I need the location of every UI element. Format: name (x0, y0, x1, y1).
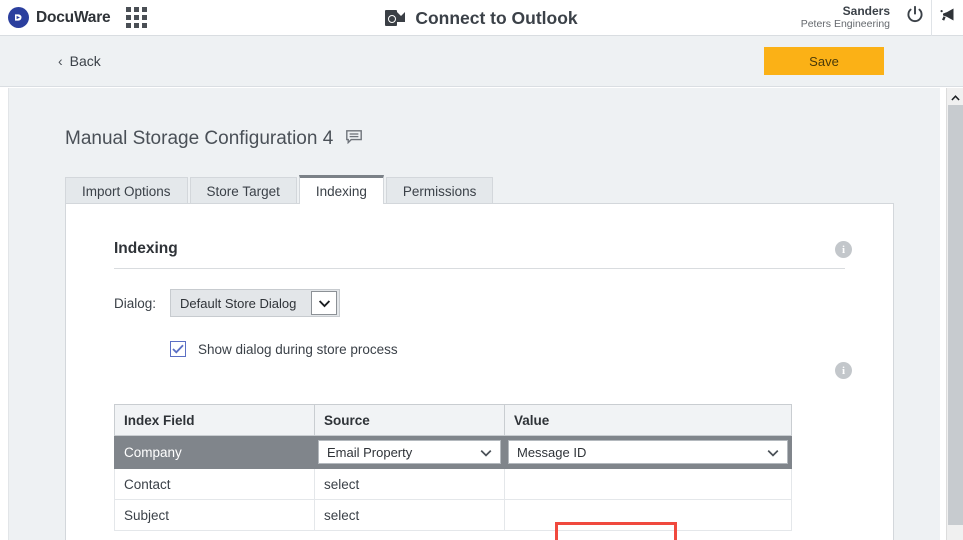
tab-store-target[interactable]: Store Target (189, 177, 297, 204)
save-button[interactable]: Save (764, 47, 884, 75)
source-select[interactable]: Email Property (318, 440, 501, 464)
chevron-up-icon (951, 88, 960, 106)
value-select-value: Message ID (517, 444, 587, 460)
tab-label: Indexing (315, 183, 367, 199)
section-divider (114, 268, 845, 269)
user-name: Sanders (842, 3, 890, 18)
cell-value[interactable] (504, 468, 626, 500)
logout-button[interactable] (899, 0, 931, 36)
page-title-row: Manual Storage Configuration 4 (65, 128, 940, 150)
chevron-down-icon (480, 445, 492, 460)
scroll-up-button[interactable] (947, 88, 963, 105)
megaphone-icon (939, 6, 957, 29)
cell-source[interactable]: select (314, 468, 505, 500)
outlook-icon (385, 9, 406, 28)
app-grid-icon[interactable] (126, 7, 148, 28)
tab-permissions[interactable]: Permissions (385, 177, 494, 204)
value-select[interactable]: Message ID (508, 440, 788, 464)
cell-index-field: Subject (114, 499, 315, 531)
column-header-spacer (625, 404, 792, 436)
announcements-button[interactable] (931, 0, 963, 36)
comment-bubble-icon[interactable] (346, 129, 363, 149)
back-button[interactable]: ‹ Back (58, 53, 101, 69)
chevron-down-icon (767, 445, 779, 460)
tab-label: Import Options (82, 183, 171, 199)
cell-spacer (625, 499, 792, 531)
tab-label: Permissions (402, 183, 477, 199)
vertical-scrollbar[interactable] (946, 88, 963, 540)
docuware-logo-icon (8, 7, 29, 28)
user-info[interactable]: Sanders Peters Engineering (800, 3, 899, 31)
show-dialog-checkbox-label: Show dialog during store process (198, 341, 398, 357)
cell-index-field: Contact (114, 468, 315, 500)
column-header-source[interactable]: Source (314, 404, 505, 436)
table-row[interactable]: Subject select (114, 499, 792, 531)
info-icon-dialog[interactable]: i (835, 241, 852, 258)
cell-value[interactable]: Message ID (504, 435, 792, 469)
dialog-select[interactable]: Default Store Dialog (170, 289, 341, 317)
cell-source[interactable]: Email Property (314, 435, 505, 469)
tab-indexing[interactable]: Indexing (298, 175, 384, 204)
table-header-row: Index Field Source Value (114, 404, 792, 436)
section-title: Indexing (114, 240, 178, 257)
app-title: Connect to Outlook (415, 7, 578, 28)
chevron-down-icon (311, 291, 338, 315)
source-select-value: Email Property (327, 444, 413, 460)
dialog-select-value: Default Store Dialog (180, 295, 297, 311)
user-organization: Peters Engineering (800, 18, 890, 31)
cell-value[interactable] (504, 499, 626, 531)
page-title: Manual Storage Configuration 4 (65, 128, 334, 149)
table-row[interactable]: Company Email Property Message ID (114, 435, 792, 469)
show-dialog-checkbox-row[interactable]: Show dialog during store process (170, 341, 893, 357)
indexing-panel: Indexing Dialog: Default Store Dialog i … (65, 203, 894, 540)
chevron-left-icon: ‹ (58, 53, 63, 69)
top-header-right: Sanders Peters Engineering (801, 0, 963, 36)
dialog-row: Dialog: Default Store Dialog i (114, 241, 893, 317)
show-dialog-checkbox[interactable] (170, 341, 186, 357)
scrollbar-thumb[interactable] (948, 105, 963, 525)
table-row[interactable]: Contact select (114, 468, 792, 500)
tab-label: Store Target (206, 183, 280, 199)
action-bar: ‹ Back Save (0, 36, 963, 87)
cell-source[interactable]: select (314, 499, 505, 531)
tab-import-options[interactable]: Import Options (65, 177, 188, 204)
power-icon (905, 5, 925, 30)
brand-logo[interactable]: DocuWare (0, 7, 111, 28)
dialog-label: Dialog: (114, 295, 157, 311)
cell-index-field: Company (114, 435, 315, 469)
info-icon-table[interactable]: i (835, 362, 852, 379)
column-header-value[interactable]: Value (504, 404, 626, 436)
cell-spacer (625, 468, 792, 500)
brand-name: DocuWare (36, 8, 111, 26)
tab-bar: Import Options Store Target Indexing Per… (65, 175, 940, 204)
content-area: Manual Storage Configuration 4 Import Op… (8, 88, 940, 540)
column-header-index-field[interactable]: Index Field (114, 404, 315, 436)
index-field-table: Index Field Source Value Company Email P… (114, 404, 792, 531)
back-button-label: Back (69, 53, 101, 69)
top-header-bar: DocuWare Connect to Outlook Sanders Pete… (0, 0, 963, 36)
